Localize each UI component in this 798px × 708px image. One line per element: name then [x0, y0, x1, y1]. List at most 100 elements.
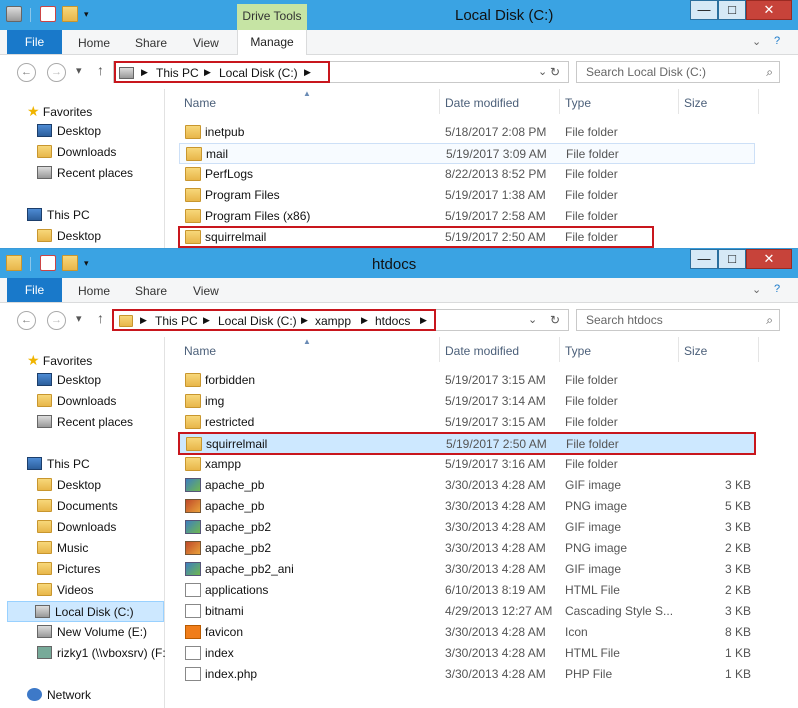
column-name[interactable]: Name	[184, 96, 216, 110]
nav-downloads[interactable]: Downloads	[37, 394, 116, 408]
table-row[interactable]: applications 6/10/2013 8:19 AM HTML File 2 …	[179, 580, 755, 601]
breadcrumb[interactable]: ▶ This PC ▶ Local Disk (C:) ▶ xampp ▶ ht…	[112, 309, 436, 331]
nav-pictures[interactable]: Pictures	[37, 562, 100, 576]
breadcrumb-this-pc[interactable]: This PC	[155, 314, 198, 328]
up-icon[interactable]: ↑	[97, 62, 104, 78]
nav-desktop[interactable]: Desktop	[37, 373, 101, 387]
breadcrumb-htdocs[interactable]: htdocs	[375, 314, 410, 328]
close-button[interactable]: ✕	[746, 249, 792, 269]
minimize-button[interactable]: —	[690, 0, 718, 20]
nav-network[interactable]: Network	[27, 688, 91, 702]
new-folder-icon[interactable]	[62, 255, 78, 271]
column-size[interactable]: Size	[684, 344, 707, 358]
nav-favorites[interactable]: ★ Favorites	[27, 103, 92, 120]
breadcrumb-this-pc[interactable]: This PC	[156, 66, 199, 80]
column-name[interactable]: Name	[184, 344, 216, 358]
search-box[interactable]: Search Local Disk (C:) ⌕	[576, 61, 780, 83]
tab-view[interactable]: View	[193, 36, 219, 50]
nav-music[interactable]: Music	[37, 541, 88, 555]
customize-toolbar-icon[interactable]: ▾	[84, 255, 100, 271]
breadcrumb[interactable]: ▶ This PC ▶ Local Disk (C:) ▶	[114, 61, 330, 83]
drive-icon[interactable]	[6, 6, 22, 22]
table-row[interactable]: restricted 5/19/2017 3:15 AM File folder	[179, 412, 755, 433]
nav-downloads[interactable]: Downloads	[37, 145, 116, 159]
column-date-modified[interactable]: Date modified	[445, 96, 519, 110]
help-icon[interactable]: ?	[774, 283, 780, 295]
ribbon-expand-icon[interactable]: ⌄	[752, 35, 761, 48]
nav-new-volume[interactable]: New Volume (E:)	[37, 625, 147, 639]
search-input[interactable]: Search Local Disk (C:)	[586, 65, 706, 79]
column-date-modified[interactable]: Date modified	[445, 344, 519, 358]
table-row[interactable]: apache_pb2 3/30/2013 4:28 AM GIF image 3 KB	[179, 517, 755, 538]
customize-toolbar-icon[interactable]: ▾	[84, 6, 100, 22]
address-dropdown-icon[interactable]: ⌄	[538, 65, 547, 78]
table-row[interactable]: bitnami 4/29/2013 12:27 AM Cascading Style…	[179, 601, 755, 622]
file-tab[interactable]: File	[7, 278, 62, 302]
properties-icon[interactable]	[40, 6, 56, 22]
nav-this-pc-desktop[interactable]: Desktop	[37, 229, 101, 243]
table-row[interactable]: apache_pb2 3/30/2013 4:28 AM PNG image 2 KB	[179, 538, 755, 559]
table-row[interactable]: favicon 3/30/2013 4:28 AM Icon 8 KB	[179, 622, 755, 643]
tab-manage[interactable]: Manage	[237, 30, 307, 55]
nav-this-pc[interactable]: This PC	[27, 457, 90, 471]
back-icon[interactable]: ←	[17, 63, 36, 82]
forward-icon[interactable]: →	[47, 311, 66, 330]
tab-home[interactable]: Home	[78, 284, 110, 298]
table-row[interactable]: Program Files (x86) 5/19/2017 2:58 AM File…	[179, 206, 755, 227]
maximize-button[interactable]: □	[718, 249, 746, 269]
ribbon-expand-icon[interactable]: ⌄	[752, 283, 761, 296]
nav-desktop[interactable]: Desktop	[37, 124, 101, 138]
column-type[interactable]: Type	[565, 344, 591, 358]
nav-downloads-pc[interactable]: Downloads	[37, 520, 116, 534]
table-row[interactable]: apache_pb 3/30/2013 4:28 AM PNG image 5 KB	[179, 496, 755, 517]
nav-videos[interactable]: Videos	[37, 583, 93, 597]
column-size[interactable]: Size	[684, 96, 707, 110]
back-icon[interactable]: ←	[17, 311, 36, 330]
table-row[interactable]: xampp 5/19/2017 3:16 AM File folder	[179, 454, 755, 475]
file-tab[interactable]: File	[7, 30, 62, 54]
nav-this-pc-desktop[interactable]: Desktop	[37, 478, 101, 492]
nav-favorites[interactable]: ★ Favorites	[27, 352, 92, 369]
chevron-right-icon: ▶	[141, 67, 148, 77]
table-row[interactable]: forbidden 5/19/2017 3:15 AM File folder	[179, 370, 755, 391]
tab-share[interactable]: Share	[135, 284, 167, 298]
table-row[interactable]: index 3/30/2013 4:28 AM HTML File 1 KB	[179, 643, 755, 664]
nav-this-pc[interactable]: This PC	[27, 208, 90, 222]
nav-recent-places[interactable]: Recent places	[37, 415, 133, 429]
column-type[interactable]: Type	[565, 96, 591, 110]
nav-recent-places[interactable]: Recent places	[37, 166, 133, 180]
tab-share[interactable]: Share	[135, 36, 167, 50]
search-input[interactable]: Search htdocs	[586, 313, 663, 327]
table-row[interactable]: apache_pb 3/30/2013 4:28 AM GIF image 3 KB	[179, 475, 755, 496]
address-dropdown-icon[interactable]: ⌄	[528, 313, 537, 326]
forward-icon[interactable]: →	[47, 63, 66, 82]
nav-local-disk[interactable]: Local Disk (C:)	[7, 601, 164, 622]
table-row[interactable]: Program Files 5/19/2017 1:38 AM File folde…	[179, 185, 755, 206]
refresh-icon[interactable]: ↻	[550, 65, 560, 79]
table-row[interactable]: inetpub 5/18/2017 2:08 PM File folder	[179, 122, 755, 143]
nav-documents[interactable]: Documents	[37, 499, 118, 513]
table-row[interactable]: PerfLogs 8/22/2013 8:52 PM File folder	[179, 164, 755, 185]
table-row[interactable]: index.php 3/30/2013 4:28 AM PHP File 1 KB	[179, 664, 755, 685]
refresh-icon[interactable]: ↻	[550, 313, 560, 327]
minimize-button[interactable]: —	[690, 249, 718, 269]
nav-network-drive[interactable]: rizky1 (\\vboxsrv) (F:	[37, 646, 166, 660]
maximize-button[interactable]: □	[718, 0, 746, 20]
search-box[interactable]: Search htdocs ⌕	[576, 309, 780, 331]
table-row[interactable]: img 5/19/2017 3:14 AM File folder	[179, 391, 755, 412]
recent-locations-icon[interactable]: ▾	[76, 312, 82, 325]
tab-view[interactable]: View	[193, 284, 219, 298]
up-icon[interactable]: ↑	[97, 310, 104, 326]
recent-locations-icon[interactable]: ▾	[76, 64, 82, 77]
table-row[interactable]: apache_pb2_ani 3/30/2013 4:28 AM GIF image…	[179, 559, 755, 580]
new-folder-icon[interactable]	[62, 6, 78, 22]
breadcrumb-local-disk[interactable]: Local Disk (C:)	[219, 66, 298, 80]
breadcrumb-xampp[interactable]: xampp	[315, 314, 351, 328]
folder-icon[interactable]	[6, 255, 22, 271]
breadcrumb-local-disk[interactable]: Local Disk (C:)	[218, 314, 297, 328]
table-row[interactable]: mail 5/19/2017 3:09 AM File folder	[179, 143, 755, 164]
properties-icon[interactable]	[40, 255, 56, 271]
close-button[interactable]: ✕	[746, 0, 792, 20]
help-icon[interactable]: ?	[774, 35, 780, 47]
tab-home[interactable]: Home	[78, 36, 110, 50]
